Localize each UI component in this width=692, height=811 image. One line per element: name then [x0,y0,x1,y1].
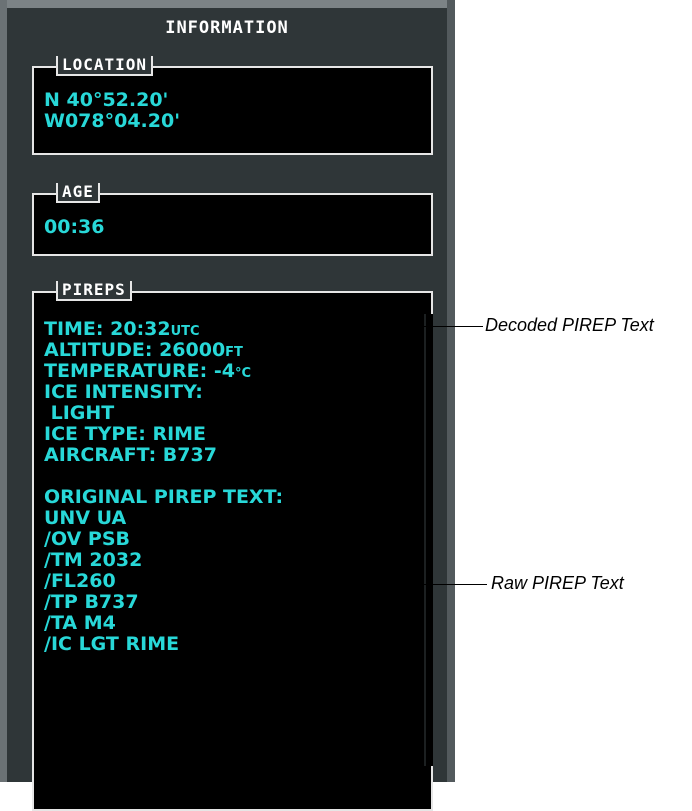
raw-callout-label: Raw PIREP Text [491,573,624,593]
pirep-raw-line: /TP B737 [44,591,139,613]
pirep-temperature-unit: °C [234,366,251,381]
decoded-callout-line [283,326,483,327]
pirep-time-label: TIME: [44,318,111,340]
pirep-altitude-unit: FT [225,345,243,360]
pirep-raw-line: UNV UA [44,507,127,529]
information-panel: INFORMATION LOCATION N 40°52.20' W078°04… [0,0,455,811]
pirep-altitude-value: 26000 [159,339,226,361]
pirep-raw-line: /FL260 [44,570,116,592]
pirep-raw-line: /TA M4 [44,612,116,634]
pirep-temperature-value: -4 [213,360,235,382]
pirep-ice-intensity-value: LIGHT [44,402,115,424]
location-longitude: W078°04.20' [44,110,181,132]
pirep-ice-intensity-label: ICE INTENSITY: [44,381,203,403]
pirep-raw-line: /OV PSB [44,528,130,550]
pireps-scrollbar[interactable] [424,314,433,766]
raw-callout-line [347,584,487,585]
pirep-temperature-label: TEMPERATURE: [44,360,214,382]
age-box: AGE 00:36 [32,183,433,256]
pirep-raw-line: /IC LGT RIME [44,633,180,655]
pirep-aircraft: AIRCRAFT: B737 [44,444,217,466]
pirep-raw-line: /TM 2032 [44,549,143,571]
location-latitude: N 40°52.20' [44,89,169,111]
pirep-altitude-label: ALTITUDE: [44,339,160,361]
pirep-original-header: ORIGINAL PIREP TEXT: [44,486,284,508]
location-box: LOCATION N 40°52.20' W078°04.20' [32,56,433,155]
panel-bevel-right [447,0,455,782]
decoded-callout-label: Decoded PIREP Text [485,315,654,335]
pirep-ice-type: ICE TYPE: RIME [44,423,207,445]
pireps-box[interactable]: PIREPS TIME: 20:32UTC ALTITUDE: 26000FT … [32,281,433,811]
panel-bevel-left [0,0,7,782]
location-label: LOCATION [56,56,154,76]
pirep-time-value: 20:32 [110,318,171,340]
pirep-time-unit: UTC [170,324,200,339]
panel-bevel-top [0,0,447,8]
pireps-label: PIREPS [56,281,132,301]
age-value: 00:36 [44,216,105,238]
panel-title: INFORMATION [165,18,289,38]
age-label: AGE [56,183,100,203]
